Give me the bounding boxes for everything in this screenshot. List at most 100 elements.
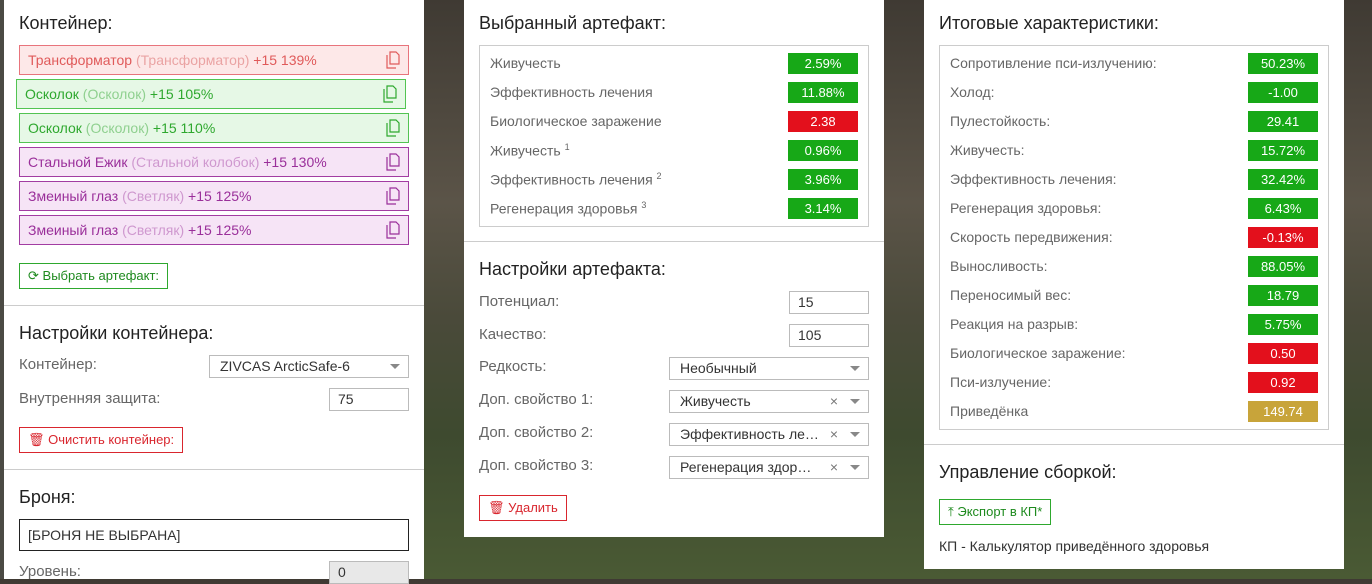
total-stat-value: 50.23% — [1248, 53, 1318, 74]
container-item-1[interactable]: Трансформатор (Трансформатор) +15 139% — [19, 45, 409, 75]
container-item-5[interactable]: Змеиный глаз (Светляк) +15 125% — [19, 181, 409, 211]
total-stat-value: -0.13% — [1248, 227, 1318, 248]
inner-protection-input[interactable]: 75 — [329, 388, 409, 411]
total-stat-name: Пси-излучение: — [950, 374, 1052, 390]
export-button[interactable]: ⤒ Экспорт в КП* — [939, 499, 1052, 525]
container-title: Контейнер: — [19, 13, 113, 33]
total-stat-row: Реакция на разрыв: 5.75% — [950, 314, 1318, 336]
item-bonus: +15 139% — [253, 52, 317, 68]
container-panel: Контейнер: Трансформатор (Трансформатор)… — [4, 0, 424, 584]
total-stat-name: Холод: — [950, 84, 995, 100]
item-base: (Светляк) — [122, 188, 185, 204]
potential-label: Потенциал: — [479, 293, 560, 310]
delete-artifact-button[interactable]: 🗑 Удалить — [479, 495, 567, 521]
delete-artifact-label: Удалить — [508, 500, 558, 515]
container-select[interactable]: ZIVCAS ArcticSafe-6 — [209, 355, 409, 378]
item-name: Осколок — [25, 86, 79, 102]
copy-icon[interactable] — [383, 85, 397, 103]
item-name: Змеиный глаз — [28, 222, 119, 238]
quality-label: Качество: — [479, 326, 547, 343]
stat-row: Живучесть 2.59% — [490, 53, 858, 75]
divider — [464, 241, 884, 242]
clear-container-button[interactable]: 🗑 Очистить контейнер: — [19, 427, 184, 453]
chevron-down-icon — [390, 364, 400, 369]
item-base: (Стальной колобок) — [131, 154, 260, 170]
potential-input[interactable]: 15 — [789, 291, 869, 314]
total-stat-name: Приведёнка — [950, 403, 1029, 419]
total-stat-value: 18.79 — [1248, 285, 1318, 306]
total-stat-name: Биологическое заражение: — [950, 345, 1126, 361]
total-stat-value: 149.74 — [1248, 401, 1318, 422]
chevron-down-icon — [850, 465, 860, 470]
copy-icon[interactable] — [386, 221, 400, 239]
stat-value: 2.59% — [788, 53, 858, 74]
choose-artifact-button[interactable]: ⟳ Выбрать артефакт: — [19, 263, 169, 289]
level-input[interactable]: 0 — [329, 561, 409, 584]
totals-panel: Итоговые характеристики: Сопротивление п… — [924, 0, 1344, 569]
choose-artifact-label: Выбрать артефакт: — [42, 268, 160, 283]
extra1-select[interactable]: Живучесть × — [669, 390, 869, 413]
total-stat-value: 6.43% — [1248, 198, 1318, 219]
extra3-label: Доп. свойство 3: — [479, 457, 594, 474]
extra3-select-value: Регенерация здор… — [680, 459, 812, 475]
container-settings-title: Настройки контейнера: — [19, 323, 214, 343]
upload-icon: ⤒ — [948, 504, 954, 519]
stat-name: Живучесть 1 — [490, 142, 570, 159]
item-name: Осколок — [28, 120, 82, 136]
stat-row: Эффективность лечения 11.88% — [490, 82, 858, 104]
copy-icon[interactable] — [386, 51, 400, 69]
total-stat-name: Выносливость: — [950, 258, 1048, 274]
container-item-6[interactable]: Змеиный глаз (Светляк) +15 125% — [19, 215, 409, 245]
inner-protection-label: Внутренняя защита: — [19, 390, 161, 407]
stat-name: Биологическое заражение — [490, 113, 662, 129]
stat-name: Живучесть — [490, 55, 561, 71]
extra2-select[interactable]: Эффективность ле… × — [669, 423, 869, 446]
total-stat-value: 5.75% — [1248, 314, 1318, 335]
item-bonus: +15 125% — [188, 222, 252, 238]
total-stat-name: Реакция на разрыв: — [950, 316, 1079, 332]
totals-stats-box: Сопротивление пси-излучению: 50.23% Холод:… — [939, 45, 1329, 430]
clear-icon[interactable]: × — [830, 391, 838, 412]
trash-icon: 🗑 — [28, 432, 45, 447]
total-stat-row: Сопротивление пси-излучению: 50.23% — [950, 53, 1318, 75]
armor-field[interactable]: [БРОНЯ НЕ ВЫБРАНА] — [19, 519, 409, 551]
stat-row: Живучесть 1 0.96% — [490, 140, 858, 162]
total-stat-row: Пси-излучение: 0.92 — [950, 372, 1318, 394]
copy-icon[interactable] — [386, 119, 400, 137]
item-name: Трансформатор — [28, 52, 133, 68]
total-stat-row: Выносливость: 88.05% — [950, 256, 1318, 278]
quality-input[interactable]: 105 — [789, 324, 869, 347]
stat-name: Эффективность лечения 2 — [490, 171, 662, 188]
stat-value: 0.96% — [788, 140, 858, 161]
export-label: Экспорт в КП* — [957, 504, 1043, 519]
rarity-select-value: Необычный — [680, 360, 757, 376]
container-item-4[interactable]: Стальной Ежик (Стальной колобок) +15 130… — [19, 147, 409, 177]
stat-value: 11.88% — [788, 82, 858, 103]
clear-icon[interactable]: × — [830, 424, 838, 445]
stat-value: 2.38 — [788, 111, 858, 132]
total-stat-name: Сопротивление пси-излучению: — [950, 55, 1157, 71]
armor-title: Броня: — [19, 487, 76, 507]
copy-icon[interactable] — [386, 153, 400, 171]
item-bonus: +15 125% — [188, 188, 252, 204]
item-base: (Осколок) — [82, 86, 146, 102]
total-stat-row: Регенерация здоровья: 6.43% — [950, 198, 1318, 220]
extra3-select[interactable]: Регенерация здор… × — [669, 456, 869, 479]
container-item-2[interactable]: Осколок (Осколок) +15 105% — [16, 79, 406, 109]
container-select-value: ZIVCAS ArcticSafe-6 — [220, 358, 350, 374]
container-item-3[interactable]: Осколок (Осколок) +15 110% — [19, 113, 409, 143]
total-stat-name: Переносимый вес: — [950, 287, 1072, 303]
item-bonus: +15 105% — [149, 86, 214, 102]
rarity-select[interactable]: Необычный — [669, 357, 869, 380]
total-stat-row: Переносимый вес: 18.79 — [950, 285, 1318, 307]
total-stat-name: Живучесть: — [950, 142, 1025, 158]
rarity-label: Редкость: — [479, 358, 547, 375]
refresh-icon: ⟳ — [28, 268, 39, 283]
totals-title: Итоговые характеристики: — [939, 13, 1159, 33]
export-footnote: КП - Калькулятор приведённого здоровья — [939, 538, 1210, 554]
copy-icon[interactable] — [386, 187, 400, 205]
extra2-label: Доп. свойство 2: — [479, 424, 594, 441]
total-stat-name: Скорость передвижения: — [950, 229, 1113, 245]
clear-icon[interactable]: × — [830, 457, 838, 478]
item-bonus: +15 130% — [263, 154, 327, 170]
